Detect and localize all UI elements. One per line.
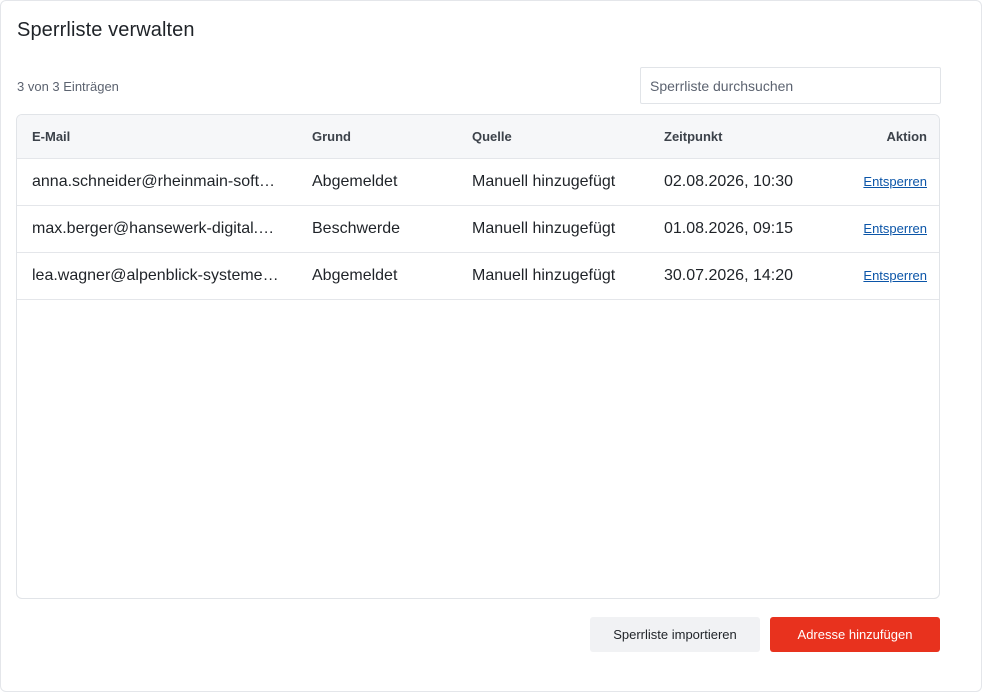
cell-time: 01.08.2026, 09:15: [664, 219, 794, 237]
unblock-link[interactable]: Entsperren: [863, 221, 927, 236]
column-header-email: E-Mail: [32, 128, 71, 144]
blocklist-search-input[interactable]: [640, 67, 941, 104]
entry-count: 3 von 3 Einträgen: [17, 79, 119, 94]
dialog-title: Sperrliste verwalten: [17, 19, 195, 41]
cell-action: Entsperren: [809, 205, 939, 252]
column-header-time: Zeitpunkt: [664, 128, 723, 144]
cell-action: Entsperren: [809, 252, 939, 299]
unblock-link[interactable]: Entsperren: [863, 268, 927, 283]
cell-time: 02.08.2026, 10:30: [664, 172, 794, 190]
cell-email: lea.wagner@alpenblick-systeme…: [32, 266, 279, 284]
cell-email: max.berger@hansewerk-digital.…: [32, 219, 275, 237]
add-address-button[interactable]: Adresse hinzufügen: [770, 617, 940, 652]
cell-reason: Abgemeldet: [312, 172, 398, 190]
import-blocklist-button[interactable]: Sperrliste importieren: [590, 617, 760, 652]
cell-action: Entsperren: [809, 158, 939, 205]
table-header-row: E-Mail Grund Quelle Zeitpunkt Aktion: [17, 115, 939, 158]
cell-reason: Abgemeldet: [312, 266, 398, 284]
blocklist-table: E-Mail Grund Quelle Zeitpunkt Aktion ann…: [16, 114, 940, 599]
unblock-link[interactable]: Entsperren: [863, 174, 927, 189]
cell-email: anna.schneider@rheinmain-soft…: [32, 172, 276, 190]
table-row: lea.wagner@alpenblick-systeme… Abgemelde…: [17, 252, 939, 299]
cell-reason: Beschwerde: [312, 219, 401, 237]
cell-source: Manuell hinzugefügt: [472, 266, 616, 284]
blocklist-dialog: Sperrliste verwalten 3 von 3 Einträgen E…: [0, 0, 982, 692]
column-header-reason: Grund: [312, 128, 351, 144]
table-row: anna.schneider@rheinmain-soft… Abgemelde…: [17, 158, 939, 205]
cell-source: Manuell hinzugefügt: [472, 219, 616, 237]
table-row: max.berger@hansewerk-digital.… Beschwerd…: [17, 205, 939, 252]
column-header-action: Aktion: [886, 128, 927, 144]
cell-source: Manuell hinzugefügt: [472, 172, 616, 190]
column-header-source: Quelle: [472, 128, 512, 144]
cell-time: 30.07.2026, 14:20: [664, 266, 794, 284]
